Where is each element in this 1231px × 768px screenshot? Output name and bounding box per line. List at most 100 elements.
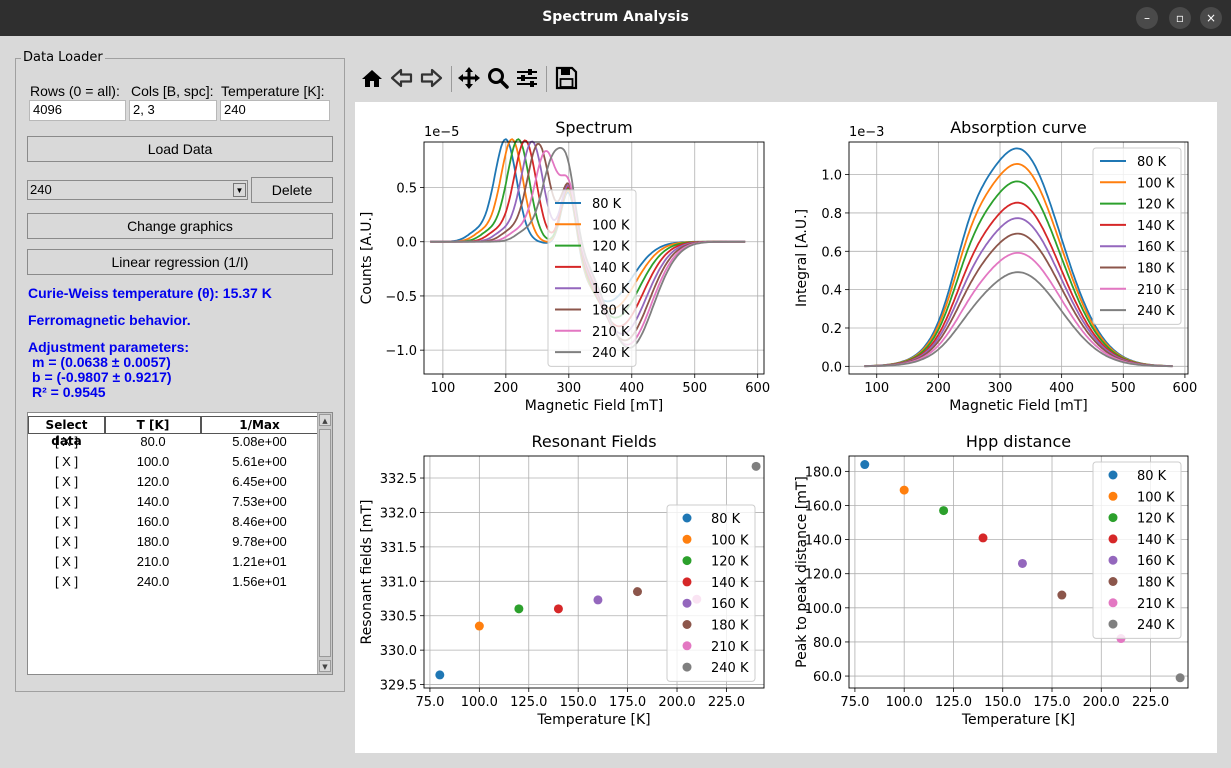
legend-label: 140 K — [711, 576, 749, 591]
legend-label: 240 K — [1137, 618, 1175, 633]
close-button[interactable]: × — [1200, 7, 1222, 29]
home-button[interactable] — [358, 62, 386, 94]
figure-svg: 100 200 300 400 500 600 −1.0 −0.5 0.0 0.5 Spectrum… — [359, 118, 1197, 728]
back-icon — [390, 68, 413, 88]
x-axis-label: Temperature [K] — [961, 712, 1075, 728]
legend-label: 180 K — [1137, 576, 1175, 591]
table-cell-temperature: 160.0 — [136, 514, 170, 529]
table-cell-inverse-max: 7.53e+00 — [232, 494, 287, 509]
legend-label: 160 K — [711, 597, 749, 612]
legend-swatch — [1108, 513, 1118, 523]
change-graphics-button[interactable]: Change graphics — [27, 213, 333, 239]
y-tick-label: 330.0 — [380, 644, 417, 659]
pan-button[interactable] — [455, 62, 483, 94]
legend-label: 160 K — [592, 282, 630, 297]
scrollbar-thumb[interactable] — [319, 429, 331, 657]
y-tick-label: 0.0 — [821, 360, 842, 375]
cols-label: Cols [B, spc]: — [131, 83, 214, 99]
figure-canvas[interactable]: 100 200 300 400 500 600 −1.0 −0.5 0.0 0.5 Spectrum… — [355, 102, 1217, 753]
table-header: Select data T [K] 1/Max — [28, 416, 318, 448]
scroll-down-icon[interactable]: ▼ — [319, 660, 331, 672]
legend: 80 K 100 K 120 K 140 K 160 K 180 K 210 K 240 K — [666, 504, 756, 682]
table-cell-inverse-max: 8.46e+00 — [232, 514, 287, 529]
linear-regression-button[interactable]: Linear regression (1/I) — [27, 249, 333, 275]
zoom-button[interactable] — [484, 62, 512, 94]
legend-swatch — [1108, 577, 1118, 586]
y-tick-label: −1.0 — [385, 344, 417, 359]
load-data-button[interactable]: Load Data — [27, 136, 333, 162]
cols-input[interactable]: 2, 3 — [129, 100, 217, 121]
x-tick-label: 100 — [864, 381, 889, 396]
table-row[interactable]: [ X ] 100.0 5.61e+00 — [28, 454, 318, 474]
table-row[interactable]: [ X ] 240.0 1.56e+01 — [28, 574, 318, 594]
table-row[interactable]: [ X ] 120.0 6.45e+00 — [28, 474, 318, 494]
table-row[interactable]: [ X ] 80.0 5.08e+00 — [28, 434, 318, 454]
column-header-inverse-max[interactable]: 1/Max — [201, 416, 318, 434]
legend-swatch — [1108, 598, 1118, 608]
table-row[interactable]: [ X ] 210.0 1.21e+01 — [28, 554, 318, 574]
home-icon — [362, 70, 382, 87]
table-cell-select[interactable]: [ X ] — [28, 494, 105, 514]
chart-0: 100 200 300 400 500 600 −1.0 −0.5 0.0 0.5 Spectrum… — [359, 118, 770, 414]
maximize-button[interactable]: ▫ — [1169, 7, 1191, 29]
table-cell-select[interactable]: [ X ] — [28, 554, 105, 574]
table-cell-temperature: 80.0 — [140, 434, 166, 449]
table-row[interactable]: [ X ] 140.0 7.53e+00 — [28, 494, 318, 514]
table-cell-inverse-max: 5.61e+00 — [232, 454, 287, 469]
table-cell-select[interactable]: [ X ] — [28, 474, 105, 494]
data-point-180k — [632, 587, 642, 597]
back-button[interactable] — [388, 62, 416, 94]
legend: 80 K 100 K 120 K 140 K 160 K 180 K 210 K 240 K — [547, 189, 637, 367]
table-cell-select[interactable]: [ X ] — [28, 454, 105, 474]
legend-label: 100 K — [1137, 176, 1175, 191]
toolbar-separator — [546, 66, 547, 92]
legend-label: 80 K — [1137, 469, 1167, 484]
legend-label: 160 K — [1137, 240, 1175, 255]
legend-label: 120 K — [1137, 198, 1175, 213]
x-tick-label: 200.0 — [658, 695, 695, 710]
legend-swatch — [682, 620, 692, 629]
adjustment-b: b = (-0.9807 ± 0.9217) — [32, 369, 172, 385]
y-tick-label: 1.0 — [821, 169, 842, 184]
y-tick-label: 330.5 — [380, 610, 417, 625]
delete-button[interactable]: Delete — [251, 177, 333, 203]
forward-button[interactable] — [417, 62, 445, 94]
chart-3: 75.0 100.0 125.0 150.0 175.0 200.0 225.0 60.0 80… — [794, 432, 1189, 728]
table-cell-select[interactable]: [ X ] — [28, 434, 105, 454]
table-cell-temperature: 210.0 — [136, 554, 170, 569]
rows-input[interactable]: 4096 — [29, 100, 126, 121]
table-cell-select[interactable]: [ X ] — [28, 534, 105, 554]
column-header-select[interactable]: Select data — [28, 416, 105, 448]
y-tick-label: 0.5 — [396, 182, 417, 197]
legend-swatch — [1108, 555, 1118, 565]
table-row[interactable]: [ X ] 160.0 8.46e+00 — [28, 514, 318, 534]
save-figure-button[interactable] — [552, 62, 580, 94]
x-tick-label: 500 — [682, 381, 707, 396]
y-tick-label: 80.0 — [813, 636, 842, 651]
table-row[interactable]: [ X ] 180.0 9.78e+00 — [28, 534, 318, 554]
chart-title: Absorption curve — [950, 118, 1087, 137]
x-tick-label: 175.0 — [609, 695, 646, 710]
x-tick-label: 150.0 — [560, 695, 597, 710]
legend-swatch — [1108, 534, 1118, 544]
temperature-input[interactable]: 240 — [220, 100, 330, 121]
column-header-temperature[interactable]: T [K] — [105, 416, 201, 434]
table-cell-select[interactable]: [ X ] — [28, 514, 105, 534]
legend-swatch — [682, 513, 692, 523]
legend-swatch — [682, 534, 692, 544]
legend-label: 210 K — [1137, 597, 1175, 612]
rows-label: Rows (0 = all): — [30, 83, 120, 99]
dataset-select-value: 240 — [30, 182, 52, 197]
x-tick-label: 100.0 — [461, 695, 498, 710]
scroll-up-icon[interactable]: ▲ — [319, 414, 331, 426]
chevron-down-icon[interactable]: ▼ — [233, 183, 246, 197]
x-tick-label: 200.0 — [1083, 695, 1120, 710]
table-scrollbar[interactable]: ▲ ▼ — [317, 413, 332, 674]
configure-subplots-button[interactable] — [513, 62, 541, 94]
minimize-button[interactable]: – — [1136, 7, 1158, 29]
legend-label: 120 K — [592, 240, 630, 255]
legend-label: 80 K — [592, 197, 622, 212]
dataset-select[interactable]: 240 ▼ — [27, 180, 248, 200]
table-cell-select[interactable]: [ X ] — [28, 574, 105, 594]
y-tick-label: 0.6 — [821, 245, 842, 260]
